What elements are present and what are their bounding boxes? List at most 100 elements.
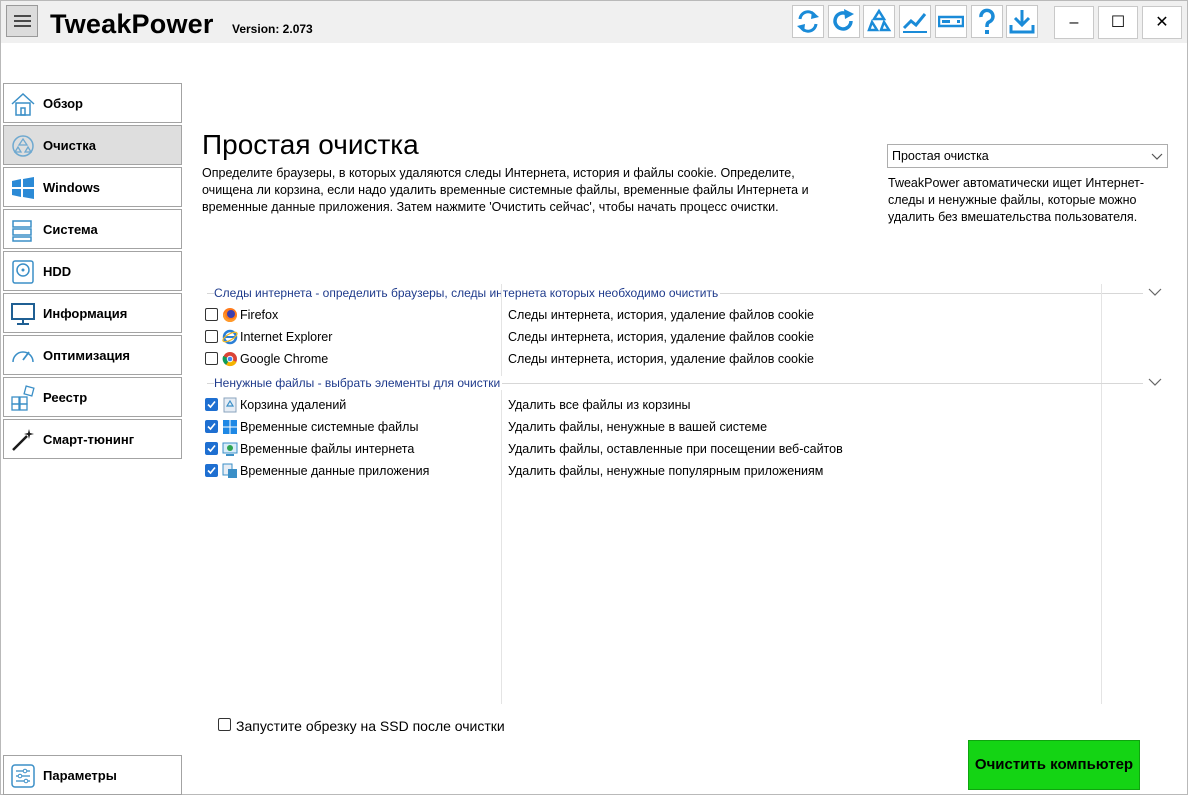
group-title-junk-files: Ненужные файлы - выбрать элементы для оч…: [214, 376, 503, 390]
recycle-bin-icon: [223, 397, 237, 413]
item-name: Internet Explorer: [240, 330, 333, 344]
list-item-recycle-bin[interactable]: Корзина удалений Удалить все файлы из ко…: [205, 395, 1105, 415]
page-description: Определите браузеры, в которых удаляются…: [202, 166, 809, 214]
hdd-icon: [12, 260, 34, 284]
list-item-google-chrome[interactable]: Google Chrome Следы интернета, история, …: [205, 349, 1105, 369]
item-description: Удалить файлы, оставленные при посещении…: [508, 442, 843, 456]
redo-icon: [833, 9, 854, 31]
sidebar-item-overview[interactable]: Обзор: [3, 83, 182, 123]
app-data-icon: [222, 463, 237, 478]
sidebar-item-optimization[interactable]: Оптимизация: [3, 335, 182, 375]
sidebar-item-system[interactable]: Система: [3, 209, 182, 249]
recycle-icon: [867, 8, 892, 32]
ie-icon: [222, 329, 238, 345]
web-files-icon: [222, 442, 238, 456]
temp-app-data-checkbox[interactable]: [205, 464, 218, 477]
minimize-button[interactable]: –: [1054, 6, 1094, 39]
menu-line-icon: [14, 15, 31, 17]
windows-icon: [223, 420, 237, 434]
hamburger-menu-button[interactable]: [6, 5, 38, 37]
sidebar-item-label: Обзор: [43, 96, 83, 111]
sidebar-item-label: HDD: [43, 264, 72, 279]
app-window: TweakPower Version: 2.073 – ☐ ✕ Обзор Оч…: [0, 0, 1188, 795]
cleaning-mode-select[interactable]: Простая очистка: [887, 144, 1168, 168]
refresh-icon: [797, 10, 819, 33]
help-icon: [979, 8, 995, 34]
sidebar-item-hdd[interactable]: HDD: [3, 251, 182, 291]
list-item-internet-explorer[interactable]: Internet Explorer Следы интернета, истор…: [205, 327, 1105, 347]
performance-chart-button[interactable]: [899, 5, 931, 38]
internet-explorer-checkbox[interactable]: [205, 330, 218, 343]
sidebar-item-label: Оптимизация: [43, 348, 131, 363]
help-button[interactable]: [971, 5, 1003, 38]
item-description: Следы интернета, история, удаление файло…: [508, 330, 814, 344]
home-icon: [11, 92, 35, 116]
sidebar-item-label: Система: [43, 222, 98, 237]
clean-computer-button[interactable]: Очистить компьютер: [968, 740, 1140, 790]
app-title: TweakPower: [50, 9, 214, 39]
checkmark-icon: [207, 466, 216, 475]
refresh-button[interactable]: [792, 5, 824, 38]
list-item-temp-internet-files[interactable]: Временные файлы интернета Удалить файлы,…: [205, 439, 1105, 459]
sidebar-item-smart-tuning[interactable]: Смарт-тюнинг: [3, 419, 182, 459]
firefox-icon: [223, 308, 237, 322]
sliders-icon: [11, 764, 35, 788]
menu-line-icon: [14, 20, 31, 22]
list-item-temp-app-data[interactable]: Временные данные приложения Удалить файл…: [205, 461, 1105, 481]
download-icon: [1009, 10, 1035, 34]
gauge-icon: [12, 351, 34, 363]
recycle-button[interactable]: [863, 5, 895, 38]
windows-icon: [12, 177, 34, 199]
item-name: Временные системные файлы: [240, 420, 419, 434]
ssd-trim-checkbox[interactable]: [218, 718, 231, 731]
sidebar-item-windows[interactable]: Windows: [3, 167, 182, 207]
item-description: Удалить файлы, ненужные в вашей системе: [508, 420, 768, 434]
item-description: Следы интернета, история, удаление файло…: [508, 308, 814, 322]
title-bar: TweakPower Version: 2.073 – ☐ ✕: [1, 1, 1187, 43]
sidebar-item-information[interactable]: Информация: [3, 293, 182, 333]
sidebar-item-label: Windows: [43, 180, 100, 195]
recycle-bin-checkbox[interactable]: [205, 398, 218, 411]
chevron-down-icon[interactable]: [1148, 287, 1162, 297]
sidebar-item-settings[interactable]: Параметры: [3, 755, 182, 795]
page-title: Простая очистка: [202, 129, 419, 160]
maximize-button[interactable]: ☐: [1098, 6, 1138, 39]
list-item-firefox[interactable]: Firefox Следы интернета, история, удален…: [205, 305, 1105, 325]
item-name: Временные файлы интернета: [240, 442, 415, 456]
sidebar-item-label: Параметры: [43, 768, 117, 783]
chevron-down-icon[interactable]: [1148, 377, 1162, 387]
checkmark-icon: [207, 444, 216, 453]
firefox-checkbox[interactable]: [205, 308, 218, 321]
sidebar-item-label: Информация: [43, 306, 128, 321]
sidebar-item-registry[interactable]: Реестр: [3, 377, 182, 417]
temp-system-files-checkbox[interactable]: [205, 420, 218, 433]
chrome-icon: [222, 352, 237, 367]
menu-line-icon: [14, 25, 31, 27]
monitor-icon: [11, 303, 35, 325]
ssd-trim-label: Запустите обрезку на SSD после очистки: [236, 718, 505, 734]
item-name: Временные данные приложения: [240, 464, 430, 478]
item-description: Удалить все файлы из корзины: [508, 398, 691, 412]
list-item-temp-system-files[interactable]: Временные системные файлы Удалить файлы,…: [205, 417, 1105, 437]
sidebar-item-label: Очистка: [43, 138, 96, 153]
drive-button[interactable]: [935, 5, 967, 38]
close-button[interactable]: ✕: [1142, 6, 1182, 39]
sidebar-item-label: Смарт-тюнинг: [43, 432, 135, 447]
column-divider: [501, 284, 502, 704]
group-title-internet-traces: Следы интернета - определить браузеры, с…: [214, 286, 721, 300]
item-description: Удалить файлы, ненужные популярным прило…: [508, 464, 824, 478]
item-name: Корзина удалений: [240, 398, 347, 412]
checkmark-icon: [207, 400, 216, 409]
item-name: Firefox: [240, 308, 279, 322]
system-icon: [12, 220, 32, 242]
temp-internet-files-checkbox[interactable]: [205, 442, 218, 455]
item-description: Следы интернета, история, удаление файло…: [508, 352, 814, 366]
download-button[interactable]: [1006, 5, 1038, 38]
redo-button[interactable]: [828, 5, 860, 38]
registry-icon: [11, 385, 35, 411]
google-chrome-checkbox[interactable]: [205, 352, 218, 365]
item-name: Google Chrome: [240, 352, 329, 366]
sidebar-item-cleaning[interactable]: Очистка: [3, 125, 182, 165]
recycle-icon: [12, 135, 34, 157]
chart-icon: [902, 13, 927, 33]
